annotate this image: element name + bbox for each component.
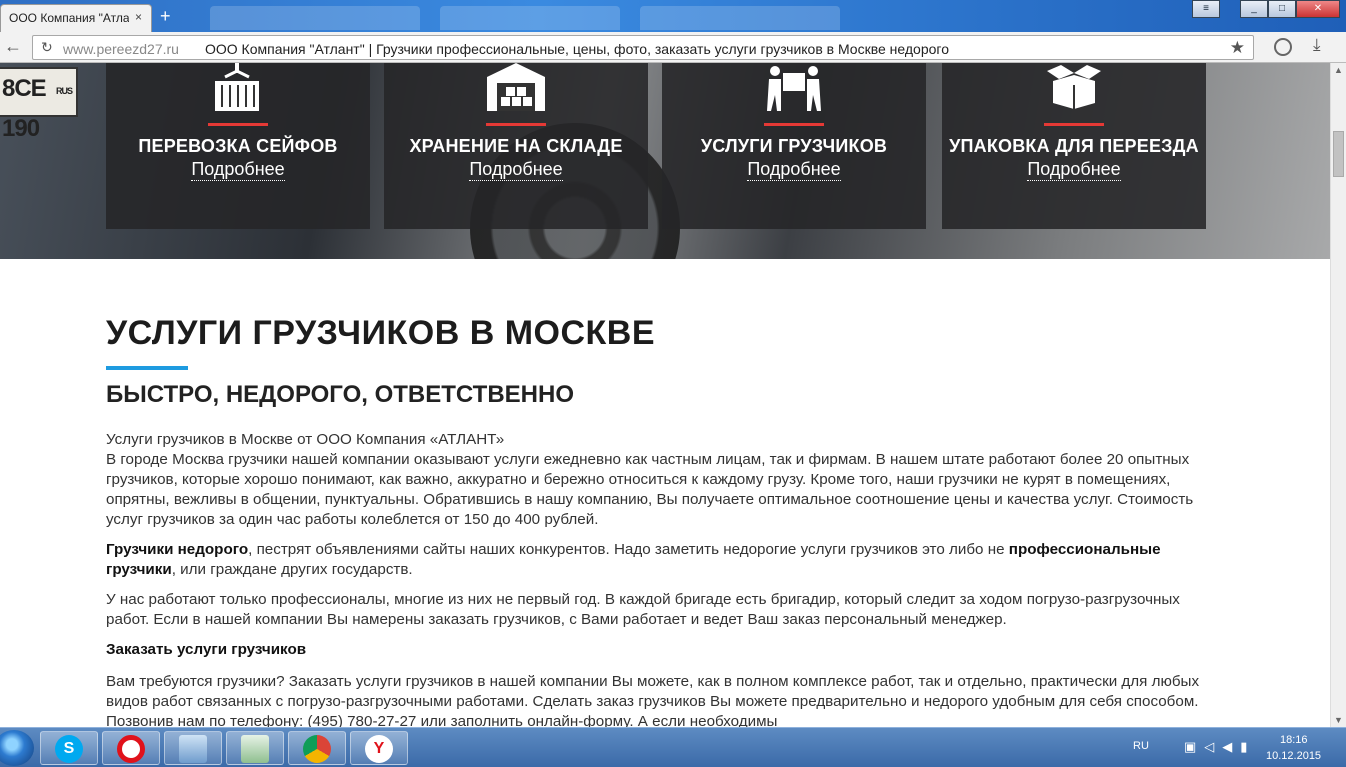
language-indicator[interactable]: RU xyxy=(1133,740,1149,752)
card-accent-line xyxy=(486,123,546,126)
menu-window-icon[interactable]: ≡ xyxy=(1192,0,1220,18)
intro-paragraph: Услуги грузчиков в Москве от ООО Компани… xyxy=(106,431,505,448)
license-plate-number: 8CE 190 xyxy=(2,75,47,142)
minimize-window-icon[interactable]: _ xyxy=(1240,0,1268,18)
taskbar-app-notepad[interactable] xyxy=(226,731,284,765)
yandex-icon: Y xyxy=(365,735,393,763)
title-underline xyxy=(106,366,188,370)
card-more-link[interactable]: Подробнее xyxy=(662,159,926,181)
service-card-safes[interactable]: ПЕРЕВОЗКА СЕЙФОВ Подробнее xyxy=(106,63,370,229)
box-icon xyxy=(1047,65,1101,109)
page-subtitle: БЫСТРО, НЕДОРОГО, ОТВЕТСТВЕННО xyxy=(106,381,574,408)
paragraph: Грузчики недорого, пестрят объявлениями … xyxy=(106,540,1210,580)
scroll-up-icon[interactable]: ▲ xyxy=(1334,65,1343,75)
new-tab-button[interactable]: + xyxy=(160,7,178,26)
warehouse-icon xyxy=(487,63,545,111)
card-title: ХРАНЕНИЕ НА СКЛАДЕ xyxy=(409,136,623,156)
url-host: www.pereezd27.ru xyxy=(63,41,179,57)
paragraph: В городе Москва грузчики нашей компании … xyxy=(106,451,1194,528)
taskbar-app-skype[interactable]: S xyxy=(40,731,98,765)
service-card-movers[interactable]: УСЛУГИ ГРУЗЧИКОВ Подробнее xyxy=(662,63,926,229)
page-title: УСЛУГИ ГРУЗЧИКОВ В МОСКВЕ xyxy=(106,314,656,352)
taskbar-app-yandex[interactable]: Y xyxy=(350,731,408,765)
taskbar-app-computer[interactable] xyxy=(164,731,222,765)
card-accent-line xyxy=(208,123,268,126)
safe-crane-icon xyxy=(215,63,259,111)
movers-icon xyxy=(767,66,821,111)
card-title: ПЕРЕВОЗКА СЕЙФОВ xyxy=(138,136,338,156)
tray-icons[interactable]: ▣◁◀▮ xyxy=(1184,739,1255,755)
address-bar[interactable]: ↻ www.pereezd27.ru ООО Компания "Атлант"… xyxy=(32,35,1254,60)
paragraph: У нас работают только профессионалы, мно… xyxy=(106,591,1180,628)
browser-toolbar: ← ↻ www.pereezd27.ru ООО Компания "Атлан… xyxy=(0,32,1346,63)
background-tab xyxy=(640,6,840,30)
card-title: УСЛУГИ ГРУЗЧИКОВ xyxy=(700,136,888,156)
card-more-link[interactable]: Подробнее xyxy=(384,159,648,181)
url-page-title: ООО Компания "Атлант" | Грузчики професс… xyxy=(205,41,949,57)
card-title: УПАКОВКА ДЛЯ ПЕРЕЕЗДА xyxy=(949,136,1199,156)
paragraph: Вам требуются грузчики? Заказать услуги … xyxy=(106,673,1200,730)
service-card-packing[interactable]: УПАКОВКА ДЛЯ ПЕРЕЕЗДА Подробнее xyxy=(942,63,1206,229)
card-more-link-text[interactable]: Подробнее xyxy=(747,159,841,181)
card-accent-line xyxy=(1044,123,1104,126)
taskbar-app-chrome[interactable] xyxy=(288,731,346,765)
background-tab xyxy=(440,6,620,30)
tab-title: ООО Компания "Атла xyxy=(9,11,129,25)
license-plate: 8CE 190 RUS xyxy=(0,67,78,142)
card-more-link-text[interactable]: Подробнее xyxy=(1027,159,1121,181)
chrome-icon xyxy=(303,735,331,763)
opera-icon xyxy=(117,735,145,763)
card-more-link[interactable]: Подробнее xyxy=(942,159,1206,181)
article-body: Услуги грузчиков в Москве от ООО Компани… xyxy=(106,430,1210,742)
clock-time[interactable]: 18:16 xyxy=(1280,734,1308,746)
globe-icon[interactable] xyxy=(1274,38,1292,56)
background-tab xyxy=(210,6,420,30)
browser-tab[interactable]: ООО Компания "Атла × xyxy=(0,4,152,32)
browser-tab-bar: ООО Компания "Атла × + ≡ _ □ ✕ xyxy=(0,0,1346,32)
card-more-link-text[interactable]: Подробнее xyxy=(191,159,285,181)
scroll-down-icon[interactable]: ▼ xyxy=(1334,715,1343,725)
back-icon[interactable]: ← xyxy=(4,36,22,57)
taskbar-app-opera[interactable] xyxy=(102,731,160,765)
scrollbar-thumb[interactable] xyxy=(1333,131,1344,177)
text-run: , или граждане других государств. xyxy=(171,561,413,578)
service-card-storage[interactable]: ХРАНЕНИЕ НА СКЛАДЕ Подробнее xyxy=(384,63,648,229)
star-icon[interactable]: ★ xyxy=(1230,38,1245,58)
text-run: , пестрят объявлениями сайты наших конку… xyxy=(248,541,1009,558)
order-heading: Заказать услуги грузчиков xyxy=(106,640,1210,660)
notepad-icon xyxy=(241,735,269,763)
skype-icon: S xyxy=(55,735,83,763)
reload-icon[interactable]: ↻ xyxy=(41,39,53,56)
start-button[interactable] xyxy=(0,730,34,766)
card-more-link[interactable]: Подробнее xyxy=(106,159,370,181)
tab-close-icon[interactable]: × xyxy=(135,10,142,24)
clock-date[interactable]: 10.12.2015 xyxy=(1266,750,1321,762)
bold-phrase: Грузчики недорого xyxy=(106,541,249,558)
license-plate-region: RUS xyxy=(55,86,73,96)
computer-icon xyxy=(179,735,207,763)
os-taskbar: S Y RU ▣◁◀▮ 18:16 10.12.2015 xyxy=(0,727,1346,767)
page-scrollbar[interactable]: ▲ ▼ xyxy=(1330,63,1346,727)
card-more-link-text[interactable]: Подробнее xyxy=(469,159,563,181)
maximize-window-icon[interactable]: □ xyxy=(1268,0,1296,18)
order-heading-text: Заказать услуги грузчиков xyxy=(106,641,307,658)
download-icon[interactable]: ⤓ xyxy=(1313,35,1321,55)
card-accent-line xyxy=(764,123,824,126)
close-window-icon[interactable]: ✕ xyxy=(1296,0,1340,18)
